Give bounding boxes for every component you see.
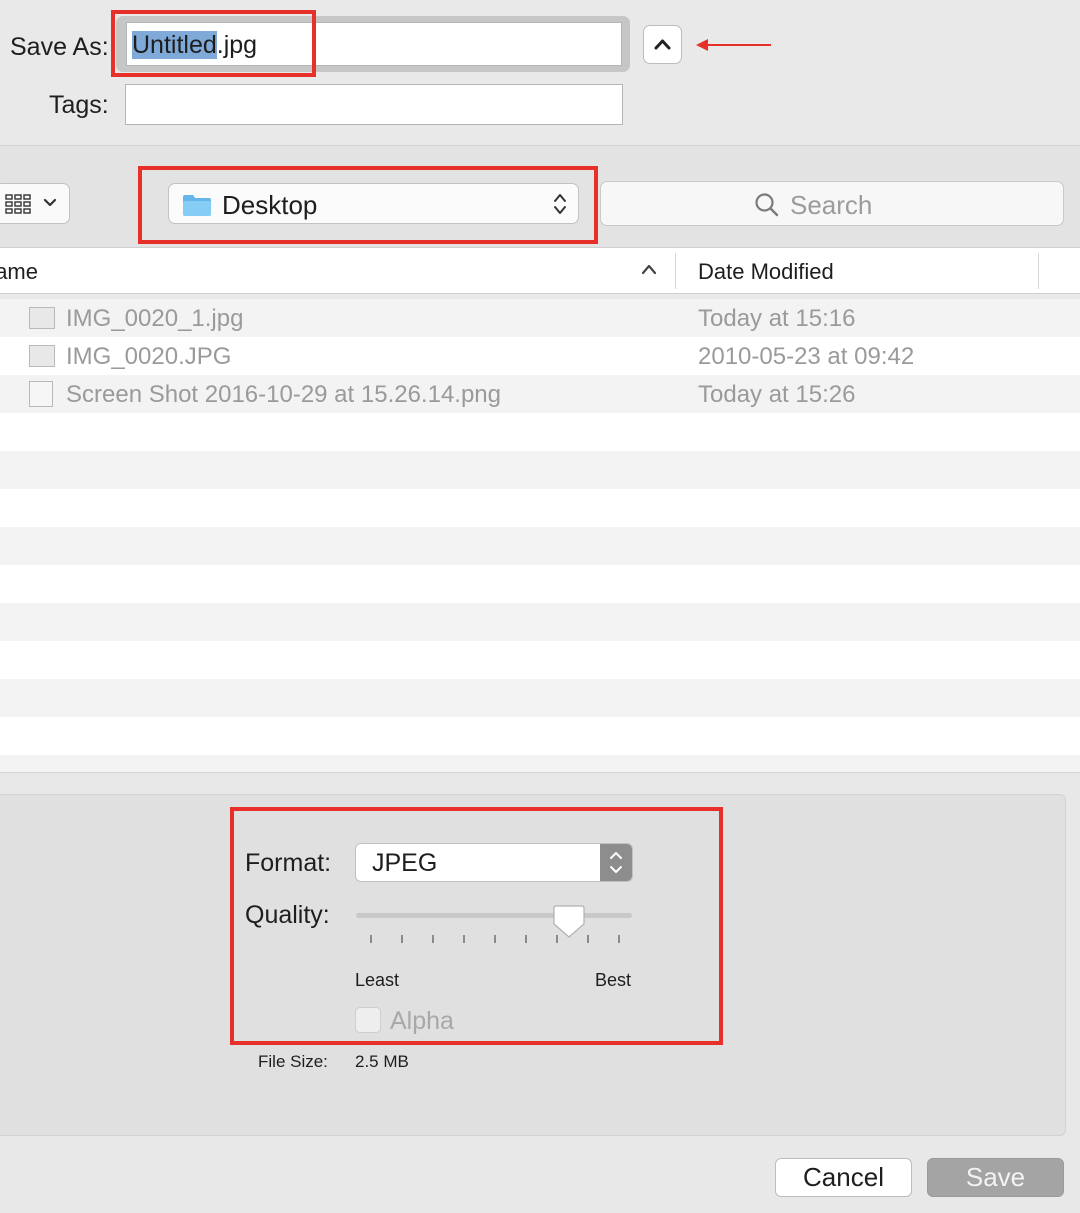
tags-input[interactable] — [125, 84, 623, 125]
chevron-down-icon — [43, 198, 57, 207]
file-row[interactable]: IMG_0020.JPG 2010-05-23 at 09:42 — [0, 337, 1080, 375]
search-field[interactable]: Search — [600, 181, 1064, 226]
empty-row — [0, 413, 1080, 451]
empty-row — [0, 603, 1080, 641]
cancel-button[interactable]: Cancel — [775, 1158, 912, 1197]
file-date: Today at 15:26 — [698, 381, 856, 408]
image-file-icon — [29, 345, 55, 367]
column-header-date[interactable]: Date Modified — [676, 248, 1038, 293]
document-file-icon — [29, 381, 53, 407]
empty-row — [0, 755, 1080, 772]
empty-row — [0, 527, 1080, 565]
empty-row — [0, 451, 1080, 489]
column-name-label: Name — [0, 259, 38, 284]
search-icon — [755, 193, 779, 217]
filesize-label: File Size: — [258, 1052, 328, 1071]
annotation-box-filename — [111, 10, 316, 77]
filesize-value: 2.5 MB — [355, 1052, 409, 1071]
file-row[interactable]: IMG_0020_1.jpg Today at 15:16 — [0, 299, 1080, 337]
file-name: IMG_0020.JPG — [66, 343, 232, 370]
column-divider[interactable] — [1038, 253, 1039, 289]
file-row[interactable]: Screen Shot 2016-10-29 at 15.26.14.png T… — [0, 375, 1080, 413]
empty-row — [0, 489, 1080, 527]
view-mode-button[interactable] — [0, 183, 70, 224]
file-name: Screen Shot 2016-10-29 at 15.26.14.png — [66, 381, 501, 408]
icon-grid-icon — [5, 194, 31, 214]
annotation-box-format — [230, 807, 723, 1045]
sort-ascending-icon — [641, 264, 657, 275]
column-header-name[interactable]: Name — [0, 248, 676, 293]
save-as-label: Save As: — [10, 33, 109, 61]
image-file-icon — [29, 307, 55, 329]
search-placeholder: Search — [790, 190, 873, 220]
column-date-label: Date Modified — [698, 259, 834, 284]
file-date: Today at 15:16 — [698, 305, 856, 332]
tags-label: Tags: — [49, 91, 109, 119]
empty-row — [0, 679, 1080, 717]
empty-row — [0, 641, 1080, 679]
list-header: Name Date Modified — [0, 247, 1080, 294]
annotation-box-location — [138, 166, 598, 244]
save-button[interactable]: Save — [927, 1158, 1064, 1197]
annotation-arrow-icon — [696, 39, 771, 51]
empty-row — [0, 565, 1080, 603]
collapse-dialog-button[interactable] — [643, 25, 682, 64]
file-name: IMG_0020_1.jpg — [66, 305, 244, 332]
file-date: 2010-05-23 at 09:42 — [698, 343, 915, 370]
empty-row — [0, 717, 1080, 755]
chevron-up-icon — [654, 39, 671, 50]
